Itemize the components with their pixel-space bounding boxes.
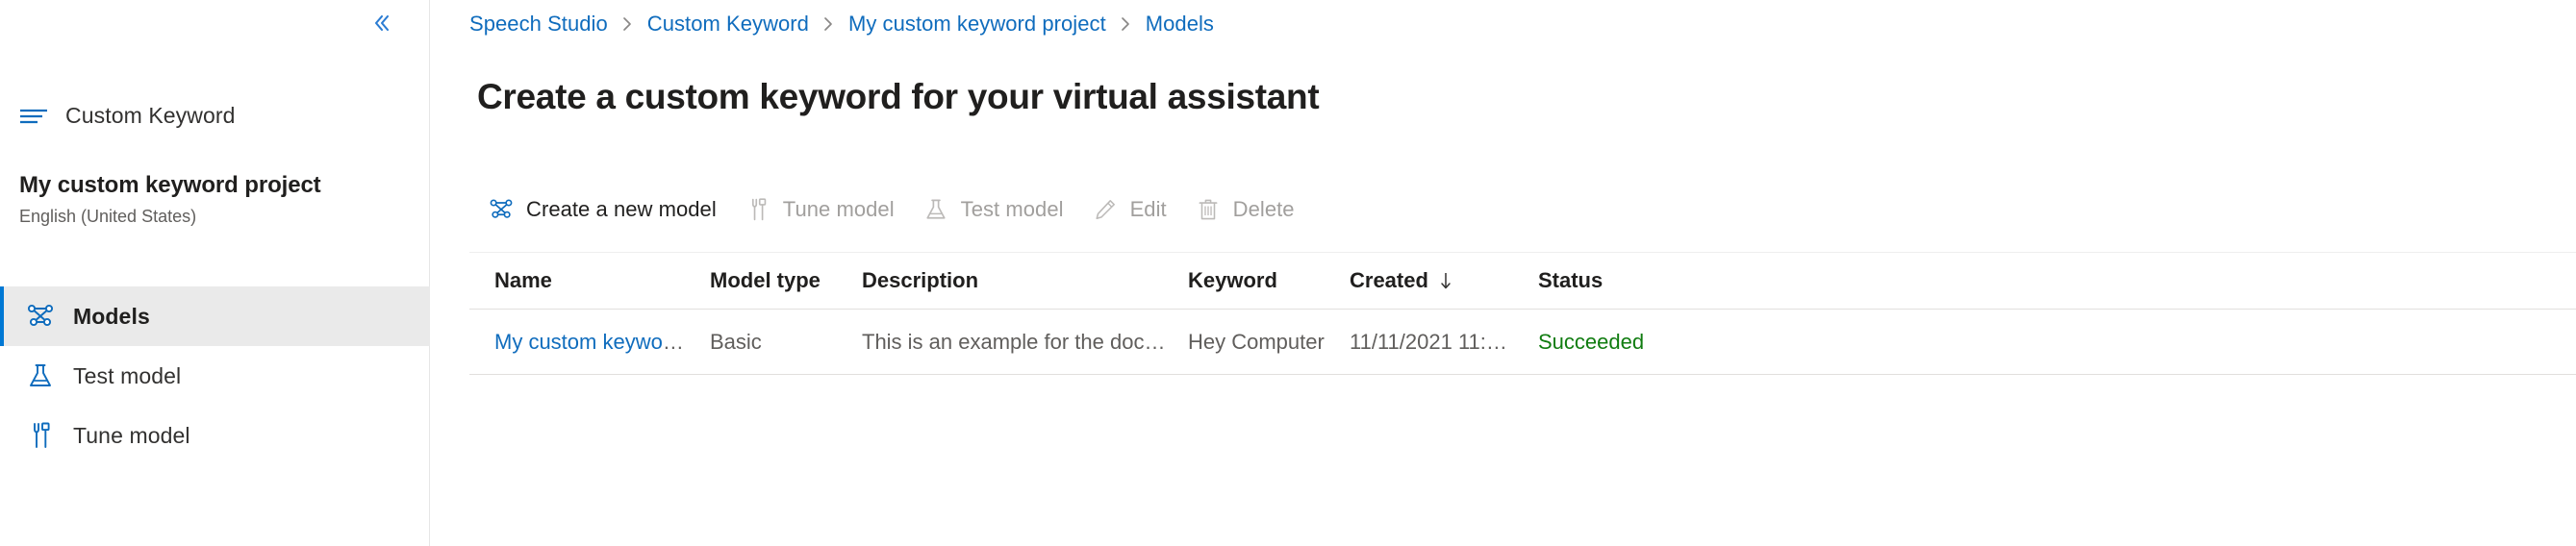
test-model-button: Test model <box>908 185 1077 235</box>
cell-keyword: Hey Computer <box>1188 329 1325 354</box>
column-header-created-label: Created <box>1350 268 1428 292</box>
column-header-status[interactable]: Status <box>1538 268 1769 293</box>
collapse-sidebar-container <box>333 0 429 46</box>
hamburger-menu-icon <box>19 104 50 127</box>
breadcrumb-item-custom-keyword[interactable]: Custom Keyword <box>647 12 809 37</box>
speech-studio-custom-keyword-models-page: Custom Keyword My custom keyword project… <box>0 0 2576 546</box>
table-header-row: Name Model type Description Keyword Crea… <box>469 252 2576 310</box>
chevron-right-icon <box>620 15 635 33</box>
edit-button: Edit <box>1077 185 1180 235</box>
cell-model-type: Basic <box>710 329 762 354</box>
column-header-created[interactable]: Created <box>1350 268 1538 293</box>
sidebar-item-models[interactable]: Models <box>0 286 430 346</box>
create-a-new-model-button[interactable]: Create a new model <box>473 185 730 235</box>
breadcrumb-item-models[interactable]: Models <box>1146 12 1214 37</box>
flask-icon <box>21 360 60 392</box>
project-locale: English (United States) <box>19 207 197 226</box>
column-header-name[interactable]: Name <box>469 268 710 293</box>
cell-name: My custom keyword model <box>469 330 710 355</box>
flask-icon <box>922 195 950 224</box>
status-badge: Succeeded <box>1538 329 1645 354</box>
project-name: My custom keyword project <box>19 172 321 198</box>
breadcrumb-item-project[interactable]: My custom keyword project <box>848 12 1106 37</box>
models-graph-icon <box>487 195 516 224</box>
sidebar-item-label: Test model <box>73 362 182 388</box>
chevron-right-icon <box>821 15 836 33</box>
sidebar-product-label: Custom Keyword <box>65 102 236 128</box>
sidebar-product-header[interactable]: Custom Keyword <box>0 94 429 136</box>
sidebar-item-label: Models <box>73 303 150 329</box>
breadcrumb: Speech Studio Custom Keyword My custom k… <box>469 8 1214 40</box>
cell-description: This is an example for the documentation <box>862 329 1188 354</box>
table-row[interactable]: My custom keyword model Basic This is an… <box>469 310 2576 375</box>
page-title: Create a custom keyword for your virtual… <box>477 77 1320 116</box>
tune-model-button: Tune model <box>730 185 908 235</box>
model-name-link[interactable]: My custom keyword model <box>494 330 710 354</box>
models-graph-icon <box>21 300 60 333</box>
breadcrumb-item-speech-studio[interactable]: Speech Studio <box>469 12 608 37</box>
arrow-down-icon <box>1438 270 1453 291</box>
toolbar-item-label: Edit <box>1129 197 1167 221</box>
delete-button: Delete <box>1180 185 1308 235</box>
column-header-description[interactable]: Description <box>862 268 1188 293</box>
tools-icon <box>21 419 60 452</box>
pencil-icon <box>1091 195 1120 224</box>
sidebar-item-test-model[interactable]: Test model <box>0 346 430 406</box>
sidebar: Custom Keyword My custom keyword project… <box>0 0 430 546</box>
sidebar-nav-list: Models Test model Tune model <box>0 286 430 465</box>
column-header-model-type[interactable]: Model type <box>710 268 862 293</box>
toolbar-item-label: Delete <box>1232 197 1295 221</box>
cell-created: 11/11/2021 11:50 AM <box>1350 329 1538 354</box>
tools-icon <box>744 195 772 224</box>
double-chevron-left-icon[interactable] <box>359 4 403 42</box>
command-toolbar: Create a new model Tune model Test model… <box>473 185 1308 235</box>
toolbar-item-label: Tune model <box>782 197 895 221</box>
sidebar-item-label: Tune model <box>73 422 190 448</box>
main-content: Speech Studio Custom Keyword My custom k… <box>431 0 2576 546</box>
trash-icon <box>1194 195 1223 224</box>
models-table: Name Model type Description Keyword Crea… <box>469 252 2576 375</box>
chevron-right-icon <box>1119 15 1133 33</box>
sidebar-item-tune-model[interactable]: Tune model <box>0 406 430 465</box>
sidebar-project-block: My custom keyword project English (Unite… <box>19 171 414 228</box>
column-header-keyword[interactable]: Keyword <box>1188 268 1350 293</box>
toolbar-item-label: Test model <box>960 197 1064 221</box>
toolbar-item-label: Create a new model <box>526 197 717 221</box>
